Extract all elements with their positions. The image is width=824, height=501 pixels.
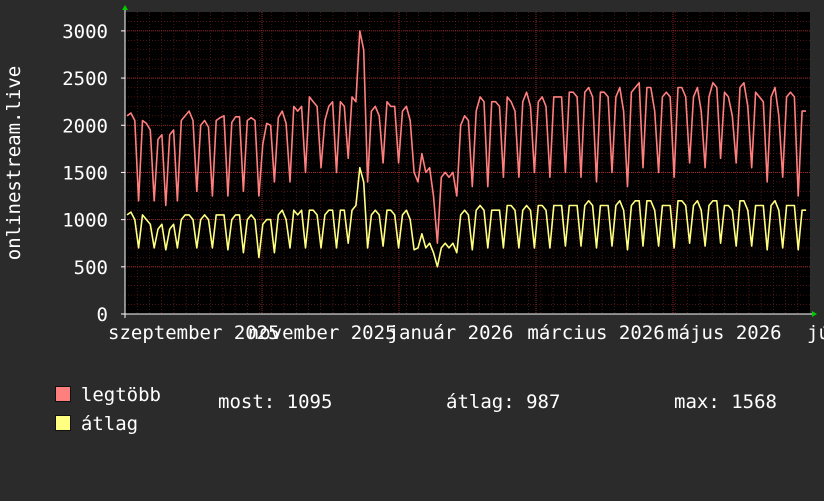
legend-label-avg: átlag — [80, 413, 139, 435]
y-tick-label: 2000 — [62, 115, 108, 137]
legend-row-avg: átlag most: 1095 átlag: 987 max: 1568 — [32, 391, 812, 435]
stat-current: most: 1095 — [218, 391, 333, 413]
legend-row-max: legtöbb — [32, 362, 161, 406]
y-tick-labels: 0 500 1000 1500 2000 2500 3000 — [62, 21, 108, 326]
y-axis-label: onlinestream.live — [3, 66, 25, 260]
y-tick-label: 1000 — [62, 210, 108, 232]
legend-swatch-avg — [54, 415, 71, 431]
x-tick-label: november 2025 — [248, 322, 397, 344]
x-tick-labels: szeptember 2025november 2025január 2026 m… — [108, 322, 824, 344]
y-tick-label: 3000 — [62, 21, 108, 43]
y-tick-label: 500 — [74, 257, 108, 279]
y-axis-arrow-icon — [122, 5, 128, 10]
x-tick-label: március 2026 — [527, 322, 664, 344]
x-axis-arrow-icon — [812, 311, 817, 317]
x-tick-label: január 2026 — [388, 322, 514, 344]
stat-average: átlag: 987 — [446, 391, 561, 413]
x-tick-label: július 20 — [807, 322, 824, 344]
x-tick-label: május 2026 — [667, 322, 781, 344]
y-tick-label: 0 — [97, 304, 108, 326]
y-tick-label: 1500 — [62, 162, 108, 184]
stat-maximum: max: 1568 — [674, 391, 777, 413]
y-tick-label: 2500 — [62, 68, 108, 90]
